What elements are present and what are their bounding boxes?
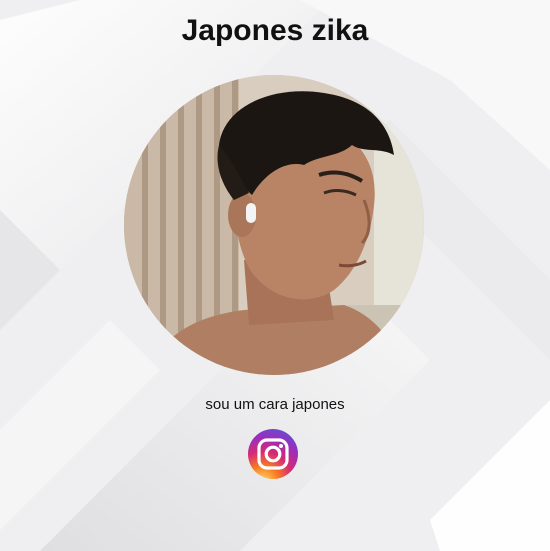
- profile-bio: sou um cara japones: [205, 396, 345, 413]
- profile-avatar: [124, 75, 424, 375]
- profile-name: Japones zika: [181, 14, 369, 47]
- profile-card: Japones zika sou um cara japones: [0, 0, 550, 551]
- instagram-icon: [248, 429, 298, 479]
- instagram-link[interactable]: [247, 428, 299, 480]
